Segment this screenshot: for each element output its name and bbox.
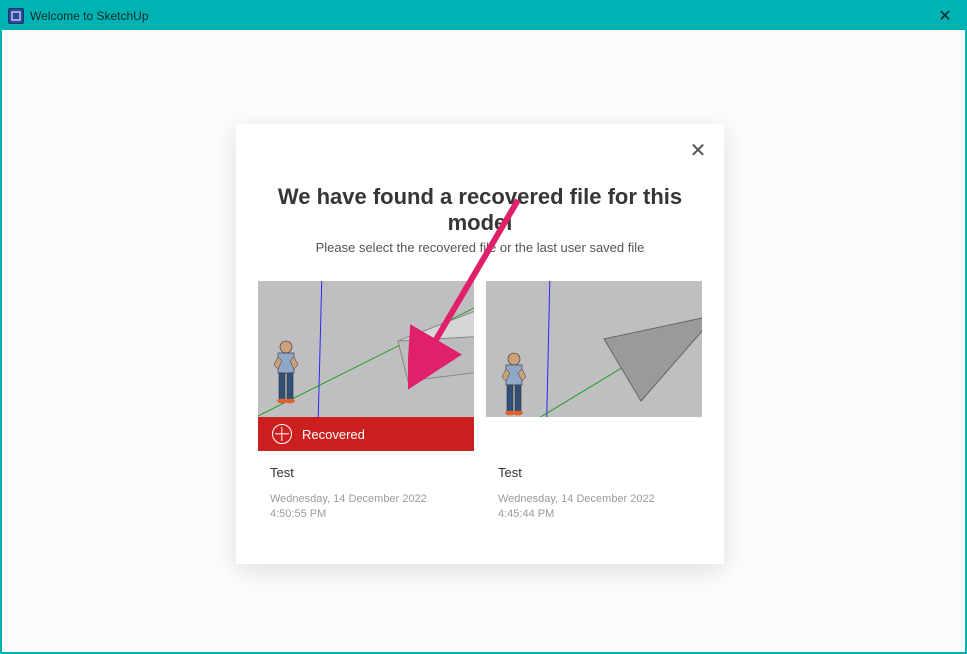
- file-title: Test: [498, 465, 690, 480]
- file-cards: Recovered Test Wednesday, 14 December 20…: [254, 281, 706, 540]
- saved-file-card[interactable]: Test Wednesday, 14 December 2022 4:45:44…: [486, 281, 702, 540]
- recovered-label: Recovered: [302, 427, 365, 442]
- recovered-icon: [272, 424, 292, 444]
- file-info: Test Wednesday, 14 December 2022 4:50:55…: [258, 451, 474, 540]
- badge-spacer: [486, 417, 702, 451]
- app-window: Welcome to SketchUp ✕ ✕ We have found a …: [0, 0, 967, 654]
- file-date: Wednesday, 14 December 2022: [498, 492, 690, 507]
- file-title: Test: [270, 465, 462, 480]
- titlebar: Welcome to SketchUp ✕: [2, 2, 965, 30]
- dialog-close-button[interactable]: ✕: [686, 138, 710, 162]
- recovered-badge: Recovered: [258, 417, 474, 451]
- file-time: 4:45:44 PM: [498, 507, 690, 522]
- dialog-heading: We have found a recovered file for this …: [254, 184, 706, 236]
- content-area: ✕ We have found a recovered file for thi…: [4, 30, 963, 650]
- file-info: Test Wednesday, 14 December 2022 4:45:44…: [486, 451, 702, 540]
- recovery-dialog: ✕ We have found a recovered file for thi…: [236, 124, 724, 564]
- file-thumbnail: [486, 281, 702, 417]
- file-time: 4:50:55 PM: [270, 507, 462, 522]
- file-thumbnail: [258, 281, 474, 417]
- recovered-file-card[interactable]: Recovered Test Wednesday, 14 December 20…: [258, 281, 474, 540]
- app-icon: [8, 8, 24, 24]
- window-title: Welcome to SketchUp: [30, 9, 931, 23]
- window-close-button[interactable]: ✕: [931, 2, 959, 30]
- dialog-subheading: Please select the recovered file or the …: [254, 240, 706, 255]
- file-date: Wednesday, 14 December 2022: [270, 492, 462, 507]
